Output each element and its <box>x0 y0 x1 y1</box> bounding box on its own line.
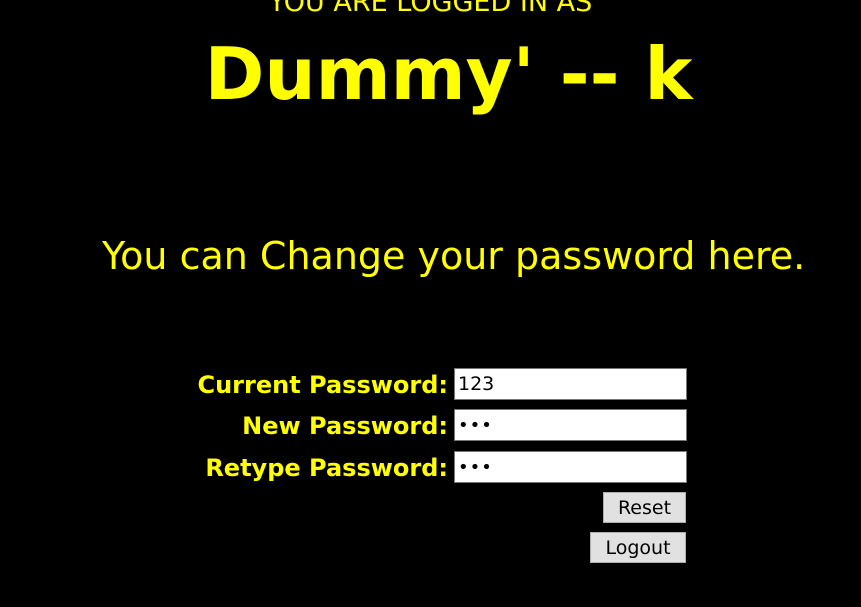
retype-password-input[interactable] <box>454 451 687 483</box>
new-password-label: New Password: <box>242 412 448 440</box>
logged-in-label: YOU ARE LOGGED IN AS <box>268 0 593 18</box>
new-password-input[interactable] <box>454 409 687 441</box>
current-password-input[interactable] <box>454 368 687 400</box>
current-password-label: Current Password: <box>197 371 448 399</box>
username-heading: Dummy' -- k <box>204 32 693 116</box>
reset-button[interactable]: Reset <box>603 492 686 523</box>
retype-password-label: Retype Password: <box>205 454 448 482</box>
logout-button[interactable]: Logout <box>590 532 686 563</box>
change-password-message: You can Change your password here. <box>102 234 806 278</box>
